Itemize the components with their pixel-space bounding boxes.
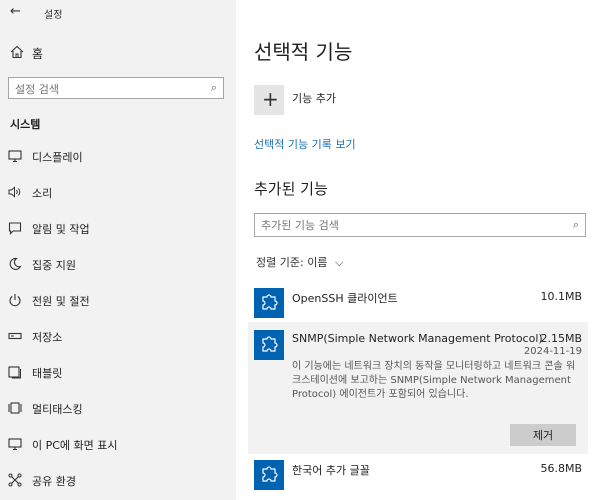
- settings-search-input[interactable]: [9, 80, 201, 99]
- sidebar-item-focus-assist[interactable]: 집중 지원: [0, 248, 236, 280]
- sidebar-item-storage[interactable]: 저장소: [0, 320, 236, 352]
- feature-description: 이 기능에는 네트워크 장치의 동작을 모니터링하고 네트워크 콘솔 워크스테이…: [292, 361, 576, 400]
- puzzle-icon: [254, 330, 284, 360]
- sidebar-item-label: 저장소: [32, 331, 63, 344]
- sidebar-item-label: 전원 및 절전: [32, 295, 90, 308]
- project-icon: [8, 437, 22, 451]
- feature-size: 2.15MB: [540, 332, 582, 345]
- feature-item-snmp[interactable]: SNMP(Simple Network Management Protocol)…: [248, 322, 588, 454]
- plus-icon: +: [262, 87, 279, 111]
- feature-name: 한국어 추가 글꼴: [292, 464, 370, 477]
- puzzle-icon: [254, 288, 284, 318]
- tablet-icon: [8, 365, 22, 379]
- sidebar-item-label: 디스플레이: [32, 151, 83, 164]
- feature-size: 10.1MB: [540, 290, 582, 303]
- sort-value[interactable]: 이름: [307, 256, 327, 269]
- sidebar-item-project[interactable]: 이 PC에 화면 표시: [0, 428, 236, 460]
- sort-control[interactable]: 정렬 기준: 이름 ⌵: [256, 254, 343, 270]
- sidebar-item-label: 공유 환경: [32, 475, 76, 488]
- feature-item-korean-fonts[interactable]: 한국어 추가 글꼴 56.8MB: [248, 458, 588, 494]
- installed-features-title: 추가된 기능: [254, 180, 328, 198]
- sidebar-section-title: 시스템: [10, 118, 41, 131]
- sidebar-item-label: 알림 및 작업: [32, 223, 90, 236]
- sidebar-item-notifications[interactable]: 알림 및 작업: [0, 212, 236, 244]
- search-icon: ⌕: [572, 218, 579, 231]
- settings-search[interactable]: ⌕: [8, 77, 224, 99]
- feature-name: OpenSSH 클라이언트: [292, 292, 398, 305]
- home-icon: [10, 45, 24, 59]
- feature-history-link[interactable]: 선택적 기능 기록 보기: [254, 136, 356, 152]
- chevron-down-icon: ⌵: [334, 256, 344, 269]
- feature-size: 56.8MB: [540, 462, 582, 475]
- main-panel: 선택적 기능 + 기능 추가 선택적 기능 기록 보기 추가된 기능 ⌕ 정렬 …: [236, 0, 616, 500]
- focus-assist-icon: [8, 257, 22, 271]
- installed-search-input[interactable]: [255, 215, 557, 236]
- shared-experiences-icon: [8, 473, 22, 487]
- sort-label: 정렬 기준:: [256, 256, 304, 269]
- feature-name: SNMP(Simple Network Management Protocol): [292, 332, 543, 345]
- back-button[interactable]: ←: [10, 4, 21, 19]
- multitasking-icon: [8, 401, 22, 415]
- sidebar-item-label: 멀티태스킹: [32, 403, 83, 416]
- puzzle-icon: [254, 460, 284, 490]
- sidebar-item-tablet[interactable]: 태블릿: [0, 356, 236, 388]
- sidebar-item-label: 태블릿: [32, 367, 63, 380]
- window-title: 설정: [44, 10, 63, 21]
- sidebar-item-label: 이 PC에 화면 표시: [32, 439, 118, 452]
- feature-date: 2024-11-19: [523, 346, 582, 357]
- sound-icon: [8, 185, 22, 199]
- storage-icon: [8, 329, 22, 343]
- add-feature-label[interactable]: 기능 추가: [292, 90, 336, 106]
- sidebar-item-multitasking[interactable]: 멀티태스킹: [0, 392, 236, 424]
- home-link[interactable]: 홈: [32, 45, 43, 62]
- sidebar-item-label: 집중 지원: [32, 259, 76, 272]
- notification-icon: [8, 221, 22, 235]
- installed-search[interactable]: ⌕: [254, 213, 586, 237]
- search-icon: ⌕: [210, 81, 217, 94]
- page-title: 선택적 기능: [254, 40, 353, 64]
- sidebar-item-power[interactable]: 전원 및 절전: [0, 284, 236, 316]
- display-icon: [8, 149, 22, 163]
- sidebar-item-display[interactable]: 디스플레이: [0, 140, 236, 172]
- sidebar-item-shared-experiences[interactable]: 공유 환경: [0, 464, 236, 496]
- sidebar-item-label: 소리: [32, 187, 53, 200]
- sidebar-item-sound[interactable]: 소리: [0, 176, 236, 208]
- remove-button[interactable]: 제거: [510, 424, 576, 446]
- add-feature-button[interactable]: +: [254, 85, 284, 115]
- power-icon: [8, 293, 22, 307]
- sidebar: ← 설정 홈 ⌕ 시스템 디스플레이 소리 알림 및 작업 집중 지원 전원 및…: [0, 0, 236, 500]
- feature-item-openssh[interactable]: OpenSSH 클라이언트 10.1MB: [248, 284, 588, 320]
